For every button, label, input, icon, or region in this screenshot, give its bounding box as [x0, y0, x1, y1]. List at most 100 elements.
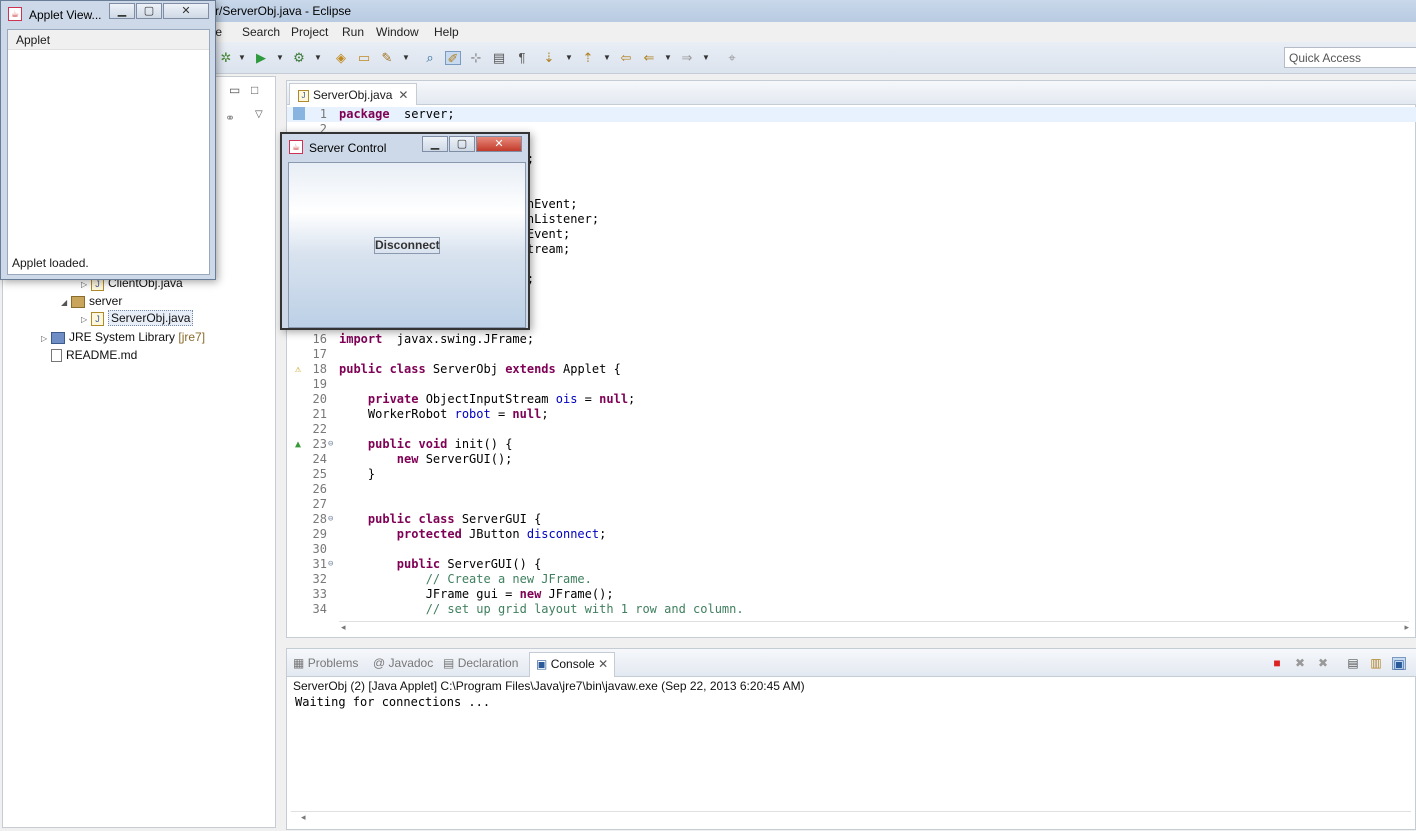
- dropdown-icon[interactable]: ▼: [276, 51, 284, 65]
- code-line[interactable]: 21 WorkerRobot robot = null;: [287, 407, 1416, 422]
- code-line[interactable]: 33 JFrame gui = new JFrame();: [287, 587, 1416, 602]
- open-folder-icon[interactable]: ▭: [356, 51, 372, 65]
- link-editor-icon[interactable]: ⚭: [225, 111, 235, 125]
- code-line[interactable]: 34 // set up grid layout with 1 row and …: [287, 602, 1416, 617]
- menu-run[interactable]: Run: [342, 25, 364, 39]
- dropdown-icon[interactable]: ▼: [565, 51, 573, 65]
- dropdown-icon[interactable]: ▼: [238, 51, 246, 65]
- menu-search[interactable]: Search: [242, 25, 280, 39]
- expand-icon[interactable]: ▷: [41, 334, 51, 343]
- code-text: }: [339, 467, 376, 481]
- code-text: new ServerGUI();: [396, 452, 513, 466]
- code-line[interactable]: 25 }: [287, 467, 1416, 482]
- display-console-icon[interactable]: ▣: [1392, 657, 1406, 671]
- quick-access-input[interactable]: Quick Access: [1284, 47, 1416, 68]
- code-line[interactable]: 23 ⊖ ▲ public void init() {: [287, 437, 1416, 452]
- external-tools-icon[interactable]: ⚙: [291, 51, 307, 65]
- code-text: public ServerGUI() {: [396, 557, 542, 571]
- close-icon[interactable]: ✕: [398, 88, 408, 102]
- minimize-icon[interactable]: ▭: [229, 83, 240, 97]
- remove-all-icon[interactable]: ✖: [1316, 657, 1330, 670]
- tab-serverobj[interactable]: J ServerObj.java ✕: [289, 83, 418, 105]
- menu-project[interactable]: Project: [291, 25, 328, 39]
- maximize-button[interactable]: ▢: [449, 136, 475, 152]
- code-line[interactable]: 18 ⚠ public class ServerObj extends Applet…: [287, 362, 1416, 377]
- dropdown-icon[interactable]: ▼: [664, 51, 672, 65]
- tab-problems[interactable]: ▦ Problems: [293, 656, 358, 670]
- process-label: ServerObj (2) [Java Applet] C:\Program F…: [293, 679, 805, 693]
- disconnect-button[interactable]: Disconnect: [374, 237, 440, 254]
- close-icon[interactable]: ✕: [598, 657, 608, 671]
- menu-help[interactable]: Help: [434, 25, 459, 39]
- open-type-icon[interactable]: ✎: [379, 51, 395, 65]
- applet-menu[interactable]: Applet: [8, 30, 209, 50]
- maximize-icon[interactable]: □: [251, 83, 258, 97]
- scroll-lock-icon[interactable]: ▥: [1369, 657, 1383, 670]
- code-line[interactable]: 30: [287, 542, 1416, 557]
- code-line[interactable]: 31 ⊖ public ServerGUI() {: [287, 557, 1416, 572]
- code-text: public void init() {: [367, 437, 513, 451]
- pilcrow-icon[interactable]: ¶: [514, 51, 530, 65]
- minimize-button[interactable]: ▁: [422, 136, 448, 152]
- tree-item-serverobj[interactable]: ▷ J ServerObj.java: [81, 310, 194, 326]
- code-line[interactable]: 22: [287, 422, 1416, 437]
- next-annotation-icon[interactable]: ⇣: [541, 51, 557, 65]
- expand-icon[interactable]: ▷: [81, 315, 91, 324]
- code-line[interactable]: 27: [287, 497, 1416, 512]
- tree-item-jre-library[interactable]: ▷ JRE System Library [jre7]: [41, 330, 205, 344]
- fold-icon[interactable]: ⊖: [328, 557, 333, 572]
- collapse-icon[interactable]: ◢: [61, 298, 71, 307]
- fold-icon[interactable]: ⊖: [328, 437, 333, 452]
- expand-icon[interactable]: ▷: [81, 280, 91, 289]
- menu-window[interactable]: Window: [376, 25, 419, 39]
- applet-viewer-title: Applet View...: [29, 8, 102, 22]
- block-selection-icon[interactable]: ⊹: [468, 51, 484, 65]
- tree-item-readme[interactable]: README.md: [41, 348, 137, 363]
- search-icon[interactable]: ⌕: [422, 51, 438, 65]
- tab-console[interactable]: ▣ Console ✕: [529, 652, 616, 677]
- warning-icon[interactable]: ⚠: [295, 362, 301, 377]
- code-line[interactable]: 20 private ObjectInputStream ois = null;: [287, 392, 1416, 407]
- server-control-content: Disconnect: [288, 162, 526, 328]
- code-line[interactable]: 26: [287, 482, 1416, 497]
- applet-viewer-window: ☕ Applet View... ▁ ▢ ✕ Applet Applet loa…: [0, 0, 216, 280]
- tab-declaration[interactable]: ▤ Declaration: [443, 656, 518, 670]
- close-button[interactable]: ✕: [476, 136, 522, 152]
- code-line[interactable]: 32 // Create a new JFrame.: [287, 572, 1416, 587]
- code-line[interactable]: 24 new ServerGUI();: [287, 452, 1416, 467]
- last-edit-icon[interactable]: ⇦: [618, 51, 634, 65]
- console-output[interactable]: Waiting for connections ...: [295, 695, 490, 709]
- mark-occurrences-icon[interactable]: ✐: [445, 51, 461, 66]
- terminate-icon[interactable]: ■: [1270, 657, 1284, 670]
- clear-console-icon[interactable]: ▤: [1346, 657, 1360, 670]
- remove-launch-icon[interactable]: ✖: [1293, 657, 1307, 670]
- back-icon[interactable]: ⇐: [641, 51, 657, 65]
- minimize-button[interactable]: ▁: [109, 3, 135, 19]
- code-line[interactable]: 28 ⊖ public class ServerGUI {: [287, 512, 1416, 527]
- view-menu-icon[interactable]: ▽: [255, 109, 263, 120]
- tab-javadoc[interactable]: @ Javadoc: [373, 656, 433, 670]
- show-whitespace-icon[interactable]: ▤: [491, 51, 507, 65]
- dropdown-icon[interactable]: ▼: [314, 51, 322, 65]
- close-button[interactable]: ✕: [163, 3, 209, 19]
- maximize-button[interactable]: ▢: [136, 3, 162, 19]
- code-line[interactable]: 17: [287, 347, 1416, 362]
- dropdown-icon[interactable]: ▼: [402, 51, 410, 65]
- fold-icon[interactable]: ⊖: [328, 512, 333, 527]
- debug-icon[interactable]: ✲: [218, 51, 234, 65]
- dropdown-icon[interactable]: ▼: [603, 51, 611, 65]
- new-package-icon[interactable]: ◈: [333, 51, 349, 65]
- code-line[interactable]: 19: [287, 377, 1416, 392]
- horizontal-scrollbar[interactable]: ◂ ▸: [339, 621, 1409, 633]
- previous-annotation-icon[interactable]: ⇡: [580, 51, 596, 65]
- run-icon[interactable]: ▶: [253, 51, 269, 65]
- pin-editor-icon[interactable]: ⌖: [724, 51, 740, 65]
- code-line[interactable]: 1 package server;: [287, 107, 1416, 122]
- dropdown-icon[interactable]: ▼: [702, 51, 710, 65]
- code-line[interactable]: 29 protected JButton disconnect;: [287, 527, 1416, 542]
- code-line[interactable]: 16 import javax.swing.JFrame;: [287, 332, 1416, 347]
- forward-icon[interactable]: ⇒: [679, 51, 695, 65]
- applet-status: Applet loaded.: [12, 256, 89, 270]
- horizontal-scrollbar[interactable]: ◂: [291, 811, 1411, 825]
- tree-item-server-package[interactable]: ◢ server: [61, 294, 122, 308]
